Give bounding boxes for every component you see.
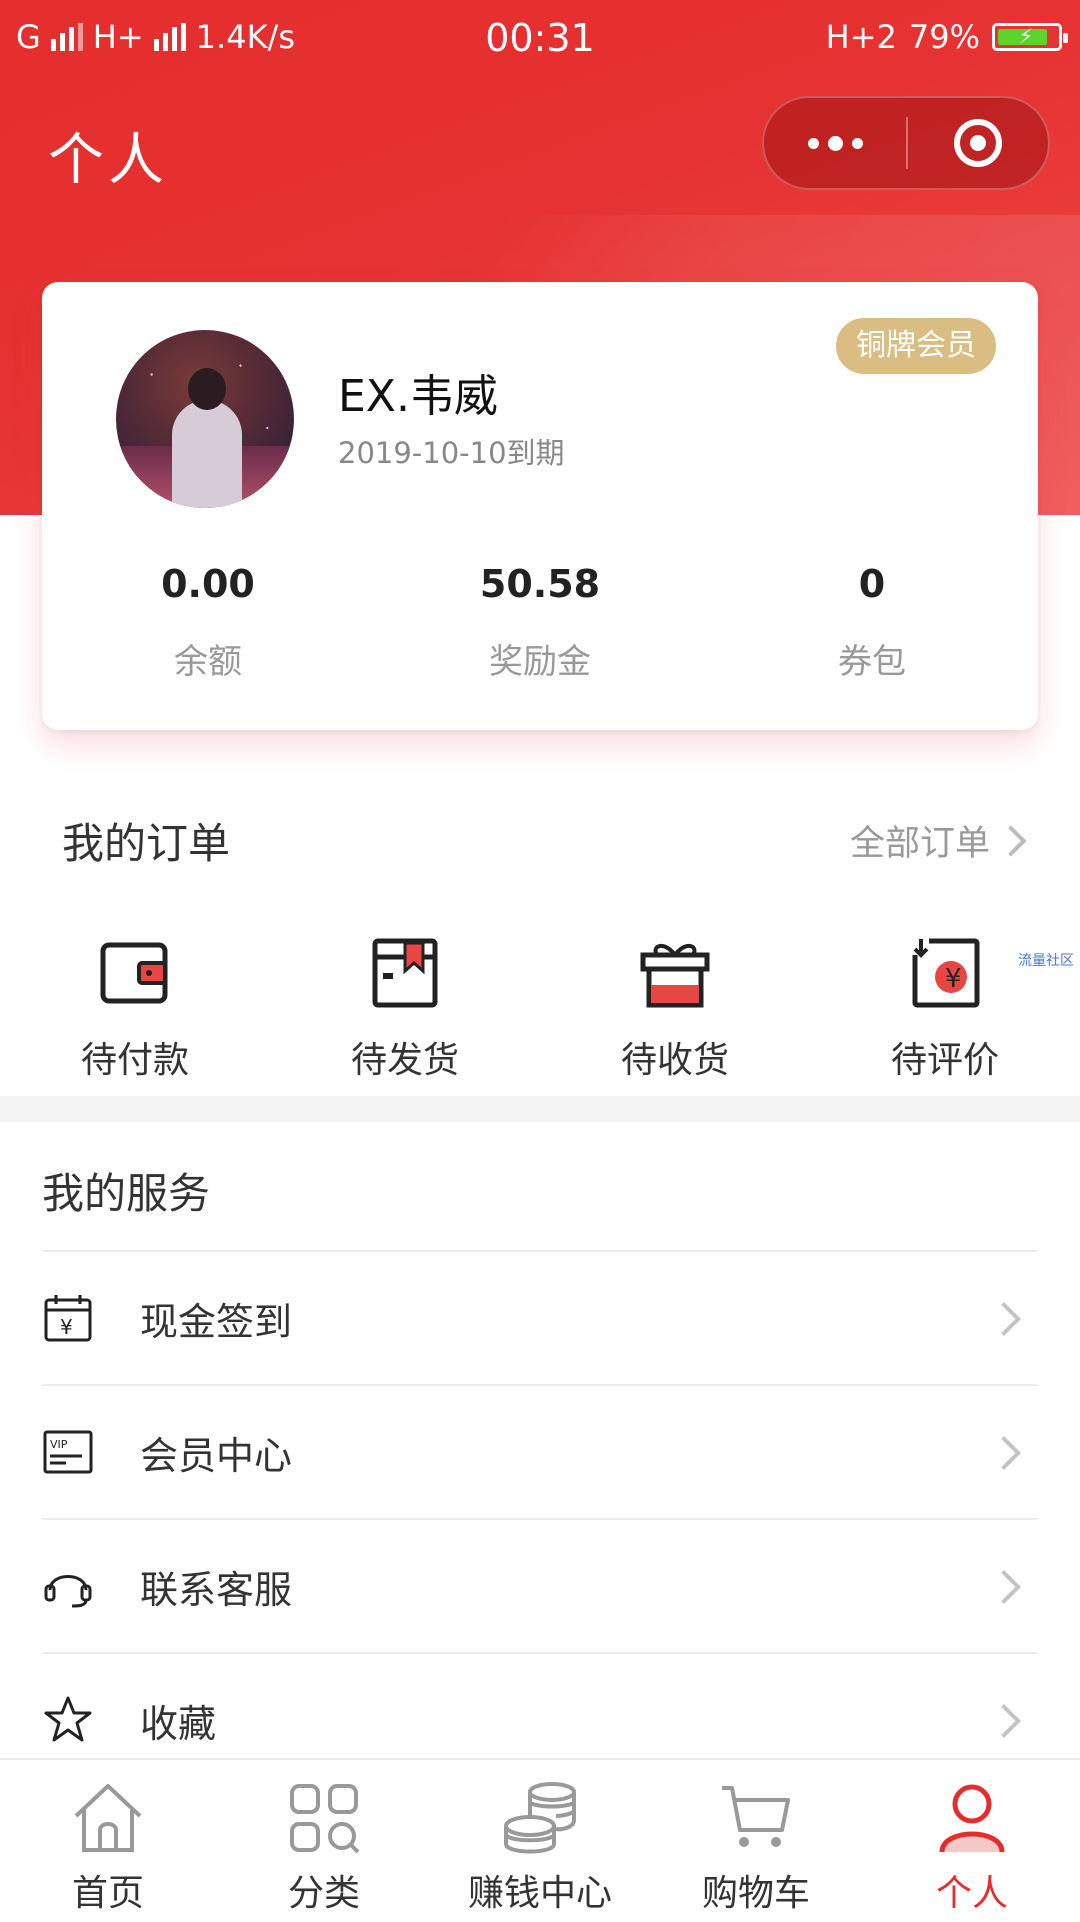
tab-category[interactable]: 分类: [216, 1760, 432, 1922]
all-orders-link[interactable]: 全部订单: [849, 815, 1027, 866]
stat-balance[interactable]: 0.00 余额: [42, 562, 374, 683]
svg-text:VIP: VIP: [50, 1438, 68, 1451]
stat-value: 0: [858, 562, 886, 606]
order-label: 待发货: [350, 1040, 459, 1081]
network-label-3: H+2: [825, 18, 897, 56]
service-customer-support[interactable]: 联系客服: [42, 1518, 1038, 1652]
chevron-right-icon: [987, 1704, 1021, 1738]
close-mini-program-button[interactable]: [908, 98, 1048, 188]
service-label: 会员中心: [140, 1433, 293, 1478]
battery-percent: 79%: [908, 18, 980, 56]
tab-label: 个人: [935, 1873, 1008, 1914]
status-bar: G H+ 1.4K/s 00:31 H+2 79% ⚡: [0, 0, 1080, 75]
chevron-right-icon: [987, 1570, 1021, 1604]
chevron-right-icon: [987, 1436, 1021, 1470]
service-label: 现金签到: [140, 1299, 293, 1344]
tab-home[interactable]: 首页: [0, 1760, 216, 1922]
cart-icon: [722, 1786, 790, 1847]
person-icon: [939, 1784, 1005, 1853]
member-level-badge[interactable]: 铜牌会员: [836, 318, 996, 374]
orders-section-title: 我的订单: [62, 819, 231, 868]
chevron-right-icon: [995, 824, 1027, 857]
order-label: 待收货: [620, 1040, 729, 1081]
target-close-icon: [953, 119, 1002, 167]
tab-label: 购物车: [701, 1873, 810, 1914]
stat-label: 余额: [174, 642, 242, 682]
membership-expiry: 2019-10-10到期: [338, 436, 565, 470]
username: EX.韦威: [338, 371, 498, 422]
order-label: 待评价: [890, 1040, 999, 1081]
svg-text:¥: ¥: [945, 964, 962, 994]
order-pending-payment[interactable]: 待付款: [0, 935, 270, 1083]
gift-box-icon: [640, 944, 710, 1008]
dot-icon: [851, 137, 863, 149]
order-label: 待付款: [80, 1040, 189, 1081]
bottom-tab-bar: 首页 分类 赚钱中心 购物车 个人: [0, 1758, 1080, 1922]
mini-program-capsule: [762, 96, 1050, 190]
battery-icon: ⚡: [992, 23, 1068, 51]
wallet-icon: [100, 942, 168, 1004]
star-icon: [44, 1696, 92, 1742]
status-right: H+2 79% ⚡: [825, 18, 1068, 56]
stat-label: 奖励金: [489, 642, 591, 682]
headset-icon: [44, 1575, 92, 1608]
service-member-center[interactable]: VIP 会员中心: [42, 1384, 1038, 1518]
category-icon: [290, 1784, 360, 1854]
dot-icon: [807, 137, 819, 149]
tab-label: 首页: [71, 1873, 144, 1914]
tab-earn[interactable]: 赚钱中心: [432, 1760, 648, 1922]
stat-reward[interactable]: 50.58 奖励金: [374, 562, 706, 683]
order-pending-receipt[interactable]: 待收货: [540, 935, 810, 1083]
tab-label: 分类: [287, 1873, 360, 1914]
tab-cart[interactable]: 购物车: [648, 1760, 864, 1922]
stat-value: 50.58: [479, 562, 601, 606]
section-divider: [0, 1096, 1080, 1122]
services-section-title: 我的服务: [42, 1169, 211, 1218]
calendar-yen-icon: ¥: [44, 1295, 92, 1342]
stat-label: 券包: [838, 642, 906, 682]
home-icon: [74, 1784, 142, 1852]
tab-label: 赚钱中心: [467, 1873, 612, 1914]
order-pending-shipment[interactable]: 待发货: [270, 935, 540, 1083]
profile-card: EX.韦威 2019-10-10到期 铜牌会员 0.00 余额 50.58 奖励…: [42, 282, 1038, 730]
order-status-row: 待付款 待发货 待收货 ¥ 待评价: [0, 935, 1080, 1083]
stat-value: 0.00: [161, 562, 255, 606]
services-list: ¥ 现金签到 VIP 会员中心 联系客服 收藏: [42, 1250, 1038, 1786]
more-menu-button[interactable]: [764, 98, 906, 188]
account-stats: 0.00 余额 50.58 奖励金 0 券包: [42, 562, 1038, 683]
watermark-text: 流量社区: [1018, 953, 1074, 969]
tab-profile[interactable]: 个人: [864, 1760, 1080, 1922]
coins-icon: [504, 1782, 576, 1854]
avatar[interactable]: [116, 330, 294, 508]
stat-coupons[interactable]: 0 券包: [706, 562, 1038, 683]
service-label: 联系客服: [140, 1567, 293, 1612]
package-icon: [372, 938, 438, 1008]
all-orders-label: 全部订单: [849, 824, 990, 864]
service-label: 收藏: [140, 1701, 217, 1746]
dot-icon: [827, 135, 843, 151]
page-title: 个人: [48, 128, 168, 193]
svg-text:¥: ¥: [60, 1315, 73, 1339]
vip-card-icon: VIP: [43, 1430, 93, 1474]
service-cash-checkin[interactable]: ¥ 现金签到: [42, 1250, 1038, 1384]
review-yen-icon: ¥: [909, 937, 980, 1008]
chevron-right-icon: [987, 1302, 1021, 1336]
